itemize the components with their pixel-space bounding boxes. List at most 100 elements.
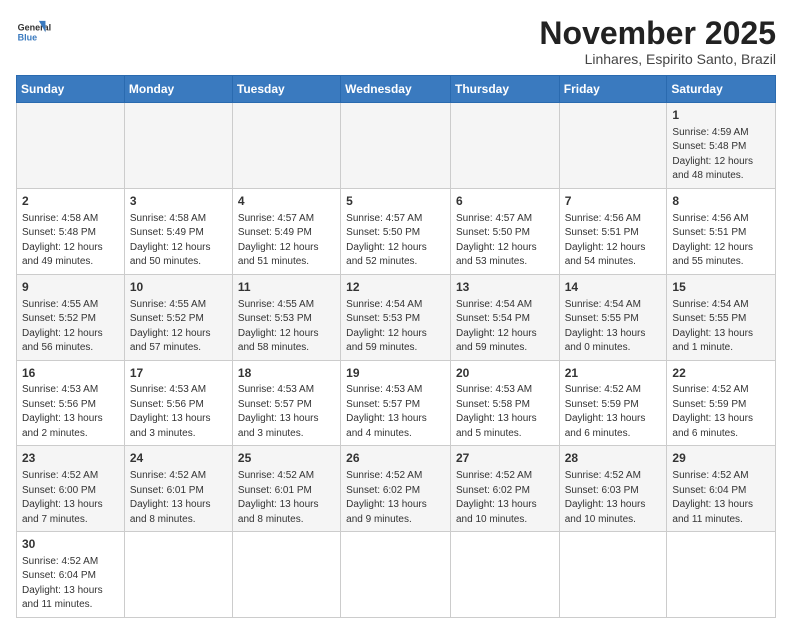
title-area: November 2025 Linhares, Espirito Santo, … bbox=[539, 16, 776, 67]
calendar-cell: 27 Sunrise: 4:52 AM Sunset: 6:02 PM Dayli… bbox=[450, 446, 559, 532]
day-info: Sunrise: 4:57 AM Sunset: 5:49 PM Dayligh… bbox=[238, 212, 335, 270]
logo: GeneralBlue bbox=[16, 16, 52, 52]
calendar-cell: 18Sunrise: 4:53 AM Sunset: 5:57 PM Dayli… bbox=[232, 360, 340, 446]
calendar-cell: 4 Sunrise: 4:57 AM Sunset: 5:49 PM Daylig… bbox=[232, 188, 340, 274]
day-info: Sunrise: 4:53 AM Sunset: 5:57 PM Dayligh… bbox=[346, 383, 445, 441]
weekday-header-saturday: Saturday bbox=[667, 76, 776, 103]
day-info: Sunrise: 4:52 AM Sunset: 6:02 PM Dayligh… bbox=[456, 469, 554, 527]
calendar-cell: 29 Sunrise: 4:52 AM Sunset: 6:04 PM Dayli… bbox=[667, 446, 776, 532]
day-info: Sunrise: 4:57 AM Sunset: 5:50 PM Dayligh… bbox=[456, 212, 554, 270]
calendar-cell: 26 Sunrise: 4:52 AM Sunset: 6:02 PM Dayli… bbox=[341, 446, 451, 532]
svg-text:General: General bbox=[18, 23, 52, 33]
day-info: Sunrise: 4:52 AM Sunset: 6:02 PM Dayligh… bbox=[346, 469, 445, 527]
day-info: Sunrise: 4:54 AM Sunset: 5:53 PM Dayligh… bbox=[346, 298, 445, 356]
day-info: Sunrise: 4:52 AM Sunset: 6:04 PM Dayligh… bbox=[22, 555, 119, 613]
calendar-cell: 15 Sunrise: 4:54 AM Sunset: 5:55 PM Dayli… bbox=[667, 274, 776, 360]
day-info: Sunrise: 4:53 AM Sunset: 5:57 PM Dayligh… bbox=[238, 383, 335, 441]
day-info: Sunrise: 4:52 AM Sunset: 5:59 PM Dayligh… bbox=[565, 383, 662, 441]
day-info: Sunrise: 4:54 AM Sunset: 5:54 PM Dayligh… bbox=[456, 298, 554, 356]
calendar-cell: 12 Sunrise: 4:54 AM Sunset: 5:53 PM Dayli… bbox=[341, 274, 451, 360]
month-title: November 2025 bbox=[539, 16, 776, 51]
calendar-cell: 30Sunrise: 4:52 AM Sunset: 6:04 PM Dayli… bbox=[17, 532, 125, 618]
weekday-header-tuesday: Tuesday bbox=[232, 76, 340, 103]
day-info: Sunrise: 4:55 AM Sunset: 5:52 PM Dayligh… bbox=[130, 298, 227, 356]
calendar-cell: 10Sunrise: 4:55 AM Sunset: 5:52 PM Dayli… bbox=[124, 274, 232, 360]
calendar-cell bbox=[450, 103, 559, 189]
day-info: Sunrise: 4:54 AM Sunset: 5:55 PM Dayligh… bbox=[565, 298, 662, 356]
day-info: Sunrise: 4:53 AM Sunset: 5:56 PM Dayligh… bbox=[22, 383, 119, 441]
day-number: 4 bbox=[238, 193, 335, 210]
day-number: 26 bbox=[346, 450, 445, 467]
day-info: Sunrise: 4:53 AM Sunset: 5:56 PM Dayligh… bbox=[130, 383, 227, 441]
day-number: 23 bbox=[22, 450, 119, 467]
day-info: Sunrise: 4:55 AM Sunset: 5:53 PM Dayligh… bbox=[238, 298, 335, 356]
calendar-cell bbox=[341, 532, 451, 618]
day-info: Sunrise: 4:58 AM Sunset: 5:49 PM Dayligh… bbox=[130, 212, 227, 270]
day-info: Sunrise: 4:57 AM Sunset: 5:50 PM Dayligh… bbox=[346, 212, 445, 270]
calendar-week-row: 1 Sunrise: 4:59 AM Sunset: 5:48 PM Daylig… bbox=[17, 103, 776, 189]
day-info: Sunrise: 4:52 AM Sunset: 5:59 PM Dayligh… bbox=[672, 383, 770, 441]
calendar-cell: 5 Sunrise: 4:57 AM Sunset: 5:50 PM Daylig… bbox=[341, 188, 451, 274]
calendar-cell bbox=[124, 103, 232, 189]
calendar-cell: 2 Sunrise: 4:58 AM Sunset: 5:48 PM Daylig… bbox=[17, 188, 125, 274]
svg-text:Blue: Blue bbox=[18, 33, 38, 43]
calendar-table: SundayMondayTuesdayWednesdayThursdayFrid… bbox=[16, 75, 776, 618]
day-info: Sunrise: 4:53 AM Sunset: 5:58 PM Dayligh… bbox=[456, 383, 554, 441]
calendar-cell: 24Sunrise: 4:52 AM Sunset: 6:01 PM Dayli… bbox=[124, 446, 232, 532]
day-number: 29 bbox=[672, 450, 770, 467]
day-info: Sunrise: 4:52 AM Sunset: 6:03 PM Dayligh… bbox=[565, 469, 662, 527]
calendar-cell: 13 Sunrise: 4:54 AM Sunset: 5:54 PM Dayli… bbox=[450, 274, 559, 360]
day-number: 2 bbox=[22, 193, 119, 210]
page-header: GeneralBlue November 2025 Linhares, Espi… bbox=[16, 16, 776, 67]
calendar-cell: 25Sunrise: 4:52 AM Sunset: 6:01 PM Dayli… bbox=[232, 446, 340, 532]
weekday-header-monday: Monday bbox=[124, 76, 232, 103]
day-number: 12 bbox=[346, 279, 445, 296]
day-number: 5 bbox=[346, 193, 445, 210]
calendar-cell bbox=[341, 103, 451, 189]
day-info: Sunrise: 4:59 AM Sunset: 5:48 PM Dayligh… bbox=[672, 126, 770, 184]
calendar-cell: 1 Sunrise: 4:59 AM Sunset: 5:48 PM Daylig… bbox=[667, 103, 776, 189]
day-number: 13 bbox=[456, 279, 554, 296]
day-info: Sunrise: 4:54 AM Sunset: 5:55 PM Dayligh… bbox=[672, 298, 770, 356]
location: Linhares, Espirito Santo, Brazil bbox=[539, 51, 776, 67]
day-number: 1 bbox=[672, 107, 770, 124]
calendar-cell bbox=[667, 532, 776, 618]
calendar-cell: 20Sunrise: 4:53 AM Sunset: 5:58 PM Dayli… bbox=[450, 360, 559, 446]
day-info: Sunrise: 4:52 AM Sunset: 6:01 PM Dayligh… bbox=[238, 469, 335, 527]
weekday-header-friday: Friday bbox=[559, 76, 667, 103]
day-number: 7 bbox=[565, 193, 662, 210]
day-number: 11 bbox=[238, 279, 335, 296]
day-number: 8 bbox=[672, 193, 770, 210]
day-number: 28 bbox=[565, 450, 662, 467]
day-number: 9 bbox=[22, 279, 119, 296]
calendar-week-row: 30Sunrise: 4:52 AM Sunset: 6:04 PM Dayli… bbox=[17, 532, 776, 618]
day-number: 18 bbox=[238, 365, 335, 382]
calendar-week-row: 16Sunrise: 4:53 AM Sunset: 5:56 PM Dayli… bbox=[17, 360, 776, 446]
calendar-cell: 19Sunrise: 4:53 AM Sunset: 5:57 PM Dayli… bbox=[341, 360, 451, 446]
day-number: 3 bbox=[130, 193, 227, 210]
day-info: Sunrise: 4:58 AM Sunset: 5:48 PM Dayligh… bbox=[22, 212, 119, 270]
calendar-week-row: 23Sunrise: 4:52 AM Sunset: 6:00 PM Dayli… bbox=[17, 446, 776, 532]
day-number: 24 bbox=[130, 450, 227, 467]
calendar-cell: 28 Sunrise: 4:52 AM Sunset: 6:03 PM Dayli… bbox=[559, 446, 667, 532]
day-number: 15 bbox=[672, 279, 770, 296]
weekday-header-sunday: Sunday bbox=[17, 76, 125, 103]
calendar-cell bbox=[124, 532, 232, 618]
day-number: 27 bbox=[456, 450, 554, 467]
day-number: 19 bbox=[346, 365, 445, 382]
day-number: 21 bbox=[565, 365, 662, 382]
calendar-cell: 16Sunrise: 4:53 AM Sunset: 5:56 PM Dayli… bbox=[17, 360, 125, 446]
calendar-cell: 22Sunrise: 4:52 AM Sunset: 5:59 PM Dayli… bbox=[667, 360, 776, 446]
calendar-cell: 14Sunrise: 4:54 AM Sunset: 5:55 PM Dayli… bbox=[559, 274, 667, 360]
day-info: Sunrise: 4:52 AM Sunset: 6:04 PM Dayligh… bbox=[672, 469, 770, 527]
calendar-week-row: 9 Sunrise: 4:55 AM Sunset: 5:52 PM Daylig… bbox=[17, 274, 776, 360]
day-info: Sunrise: 4:56 AM Sunset: 5:51 PM Dayligh… bbox=[672, 212, 770, 270]
calendar-cell bbox=[232, 103, 340, 189]
day-info: Sunrise: 4:55 AM Sunset: 5:52 PM Dayligh… bbox=[22, 298, 119, 356]
calendar-cell: 7Sunrise: 4:56 AM Sunset: 5:51 PM Daylig… bbox=[559, 188, 667, 274]
calendar-cell bbox=[17, 103, 125, 189]
day-number: 20 bbox=[456, 365, 554, 382]
weekday-header-row: SundayMondayTuesdayWednesdayThursdayFrid… bbox=[17, 76, 776, 103]
calendar-cell: 21Sunrise: 4:52 AM Sunset: 5:59 PM Dayli… bbox=[559, 360, 667, 446]
weekday-header-wednesday: Wednesday bbox=[341, 76, 451, 103]
